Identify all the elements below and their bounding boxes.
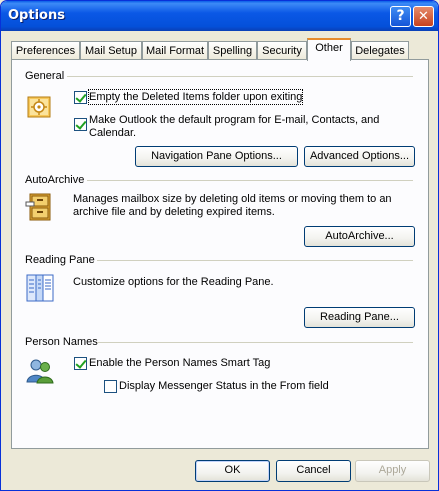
general-section-title: General [25,70,65,82]
person-names-smart-tag-checkbox[interactable] [74,357,87,370]
person-names-section-title: Person Names [25,336,98,348]
tab-spelling[interactable]: Spelling [208,41,257,60]
tab-mail-format[interactable]: Mail Format [142,41,208,60]
autoarchive-section-title: AutoArchive [25,174,85,186]
person-names-icon [26,359,54,384]
reading-pane-description: Customize options for the Reading Pane. [73,276,274,288]
help-button[interactable]: ? [390,6,411,27]
tab-other[interactable]: Other [307,38,351,61]
tab-mail-setup[interactable]: Mail Setup [80,41,142,60]
navigation-pane-options-button[interactable]: Navigation Pane Options... [135,146,298,167]
autoarchive-description-line2: archive file and by deleting expired ite… [73,206,275,218]
apply-button[interactable]: Apply [355,460,430,482]
messenger-status-checkbox[interactable] [104,380,117,393]
window-title: Options [8,8,65,23]
default-program-label-line1[interactable]: Make Outlook the default program for E-m… [89,113,379,127]
reading-pane-divider [97,260,413,261]
tab-delegates[interactable]: Delegates [351,41,409,60]
person-names-smart-tag-label[interactable]: Enable the Person Names Smart Tag [89,356,270,370]
reading-pane-icon [26,274,54,302]
autoarchive-divider [87,180,413,181]
default-program-label-line2[interactable]: Calendar. [89,126,136,140]
advanced-options-button[interactable]: Advanced Options... [304,146,415,167]
default-program-checkbox[interactable] [74,118,87,131]
close-button[interactable]: ✕ [413,6,434,27]
archive-cabinet-icon [25,193,51,221]
reading-pane-button[interactable]: Reading Pane... [304,307,415,328]
messenger-status-label[interactable]: Display Messenger Status in the From fie… [119,379,329,393]
empty-deleted-items-label[interactable]: Empty the Deleted Items folder upon exit… [87,89,304,105]
empty-deleted-items-checkbox[interactable] [74,91,87,104]
title-bar[interactable]: Options ? ✕ [1,1,438,31]
general-divider [67,76,413,77]
autoarchive-button[interactable]: AutoArchive... [304,226,415,247]
tab-preferences[interactable]: Preferences [11,41,80,60]
options-gear-icon [27,96,51,118]
tab-security[interactable]: Security [257,41,307,60]
options-dialog: Options ? ✕ Preferences Mail Setup Mail … [0,0,439,491]
autoarchive-description-line1: Manages mailbox size by deleting old ite… [73,193,392,205]
ok-button[interactable]: OK [195,460,270,482]
cancel-button[interactable]: Cancel [276,460,351,482]
person-names-divider [97,342,413,343]
reading-pane-section-title: Reading Pane [25,254,95,266]
